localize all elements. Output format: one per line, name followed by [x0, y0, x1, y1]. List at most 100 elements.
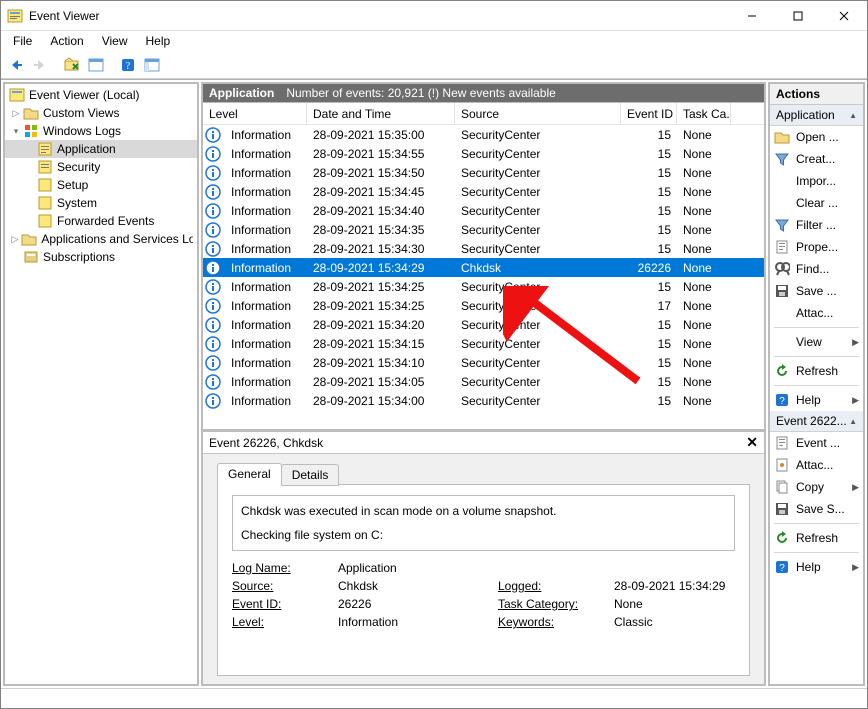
- info-icon: [205, 165, 221, 181]
- tree-item-label: Application: [57, 142, 116, 156]
- table-row[interactable]: Information28-09-2021 15:34:29Chkdsk2622…: [203, 258, 764, 277]
- table-row[interactable]: Information28-09-2021 15:34:25SecurityCe…: [203, 296, 764, 315]
- action-item[interactable]: Save ...: [770, 280, 863, 302]
- action-item[interactable]: Attac...: [770, 454, 863, 476]
- cell-event-id: 26226: [621, 259, 677, 277]
- tree-item-label: Windows Logs: [43, 124, 121, 138]
- event-grid-header[interactable]: Level Date and Time Source Event ID Task…: [203, 103, 764, 125]
- close-button[interactable]: [821, 1, 867, 30]
- table-row[interactable]: Information28-09-2021 15:34:10SecurityCe…: [203, 353, 764, 372]
- action-item[interactable]: Event ...: [770, 432, 863, 454]
- tab-details[interactable]: Details: [281, 464, 340, 486]
- table-row[interactable]: Information28-09-2021 15:34:35SecurityCe…: [203, 220, 764, 239]
- cell-source: SecurityCenter: [455, 126, 621, 144]
- help-icon: ?: [774, 392, 790, 408]
- col-event-id[interactable]: Event ID: [621, 103, 677, 124]
- prop-value: Classic: [614, 615, 735, 629]
- table-row[interactable]: Information28-09-2021 15:34:30SecurityCe…: [203, 239, 764, 258]
- none-icon: [774, 195, 790, 211]
- col-level[interactable]: Level: [203, 103, 307, 124]
- tree-application[interactable]: Application: [5, 140, 197, 158]
- table-row[interactable]: Information28-09-2021 15:34:40SecurityCe…: [203, 201, 764, 220]
- action-item[interactable]: Attac...: [770, 302, 863, 324]
- toolbar-action-3[interactable]: [141, 54, 163, 76]
- scope-tree[interactable]: Event Viewer (Local) ▷ Custom Views ▾ Wi…: [3, 82, 199, 686]
- menu-file[interactable]: File: [5, 33, 40, 49]
- detail-close-button[interactable]: ✕: [746, 434, 758, 451]
- toolbar: ?: [1, 51, 867, 79]
- tree-setup[interactable]: Setup: [5, 176, 197, 194]
- cell-task-category: None: [677, 259, 731, 277]
- event-grid[interactable]: Information28-09-2021 15:35:00SecurityCe…: [203, 125, 764, 425]
- chevron-right-icon: ▶: [852, 337, 859, 348]
- cell-task-category: None: [677, 373, 731, 391]
- tree-root[interactable]: Event Viewer (Local): [5, 86, 197, 104]
- action-item[interactable]: Copy▶: [770, 476, 863, 498]
- actions-section-event: Event 2622... ▲: [770, 411, 863, 432]
- attach-icon: [774, 457, 790, 473]
- menu-action[interactable]: Action: [42, 33, 91, 49]
- action-item[interactable]: Prope...: [770, 236, 863, 258]
- filter-icon: [774, 217, 790, 233]
- toolbar-help[interactable]: ?: [117, 54, 139, 76]
- minimize-button[interactable]: [729, 1, 775, 30]
- collapse-icon[interactable]: ▲: [849, 111, 857, 120]
- tree-system[interactable]: System: [5, 194, 197, 212]
- toolbar-action-2[interactable]: [85, 54, 107, 76]
- info-icon: [205, 374, 221, 390]
- prop-value: Information: [338, 615, 498, 629]
- twisty-icon[interactable]: ▷: [9, 234, 22, 245]
- action-item[interactable]: Clear ...: [770, 192, 863, 214]
- event-properties: Log Name: Application Source: Chkdsk Log…: [232, 561, 735, 629]
- tree-windows-logs[interactable]: ▾ Windows Logs: [5, 122, 197, 140]
- tree-subscriptions[interactable]: Subscriptions: [5, 248, 197, 266]
- menu-bar: File Action View Help: [1, 31, 867, 51]
- info-icon: [205, 317, 221, 333]
- table-row[interactable]: Information28-09-2021 15:34:25SecurityCe…: [203, 277, 764, 296]
- action-item[interactable]: Refresh: [770, 360, 863, 382]
- action-item[interactable]: Find...: [770, 258, 863, 280]
- action-label: Prope...: [796, 240, 859, 254]
- refresh-icon: [774, 530, 790, 546]
- table-row[interactable]: Information28-09-2021 15:34:55SecurityCe…: [203, 144, 764, 163]
- table-row[interactable]: Information28-09-2021 15:34:20SecurityCe…: [203, 315, 764, 334]
- collapse-icon[interactable]: ▲: [849, 417, 857, 426]
- cell-task-category: None: [677, 392, 731, 410]
- action-item[interactable]: Filter ...: [770, 214, 863, 236]
- col-task-category[interactable]: Task Ca...: [677, 103, 731, 124]
- back-button[interactable]: [5, 54, 27, 76]
- tab-general[interactable]: General: [217, 463, 282, 485]
- chevron-right-icon: ▶: [852, 482, 859, 493]
- col-date[interactable]: Date and Time: [307, 103, 455, 124]
- action-item[interactable]: Refresh: [770, 527, 863, 549]
- action-item[interactable]: ?Help▶: [770, 556, 863, 578]
- action-item[interactable]: Creat...: [770, 148, 863, 170]
- action-item[interactable]: Impor...: [770, 170, 863, 192]
- info-icon: [205, 355, 221, 371]
- table-row[interactable]: Information28-09-2021 15:34:45SecurityCe…: [203, 182, 764, 201]
- tree-security[interactable]: Security: [5, 158, 197, 176]
- action-item[interactable]: Save S...: [770, 498, 863, 520]
- cell-source: SecurityCenter: [455, 145, 621, 163]
- col-source[interactable]: Source: [455, 103, 621, 124]
- tree-app-services[interactable]: ▷ Applications and Services Logs: [5, 230, 197, 248]
- find-icon: [774, 261, 790, 277]
- table-row[interactable]: Information28-09-2021 15:35:00SecurityCe…: [203, 125, 764, 144]
- maximize-button[interactable]: [775, 1, 821, 30]
- menu-view[interactable]: View: [94, 33, 136, 49]
- table-row[interactable]: Information28-09-2021 15:34:00SecurityCe…: [203, 391, 764, 410]
- twisty-icon[interactable]: ▾: [9, 126, 23, 137]
- toolbar-action-1[interactable]: [61, 54, 83, 76]
- action-item[interactable]: Open ...: [770, 126, 863, 148]
- action-item[interactable]: ?Help▶: [770, 389, 863, 411]
- table-row[interactable]: Information28-09-2021 15:34:15SecurityCe…: [203, 334, 764, 353]
- menu-help[interactable]: Help: [138, 33, 179, 49]
- action-item[interactable]: View▶: [770, 331, 863, 353]
- tree-forwarded-events[interactable]: Forwarded Events: [5, 212, 197, 230]
- tree-custom-views[interactable]: ▷ Custom Views: [5, 104, 197, 122]
- table-row[interactable]: Information28-09-2021 15:34:05SecurityCe…: [203, 372, 764, 391]
- twisty-icon[interactable]: ▷: [9, 108, 23, 119]
- table-row[interactable]: Information28-09-2021 15:34:50SecurityCe…: [203, 163, 764, 182]
- forward-button[interactable]: [29, 54, 51, 76]
- cell-event-id: 15: [621, 316, 677, 334]
